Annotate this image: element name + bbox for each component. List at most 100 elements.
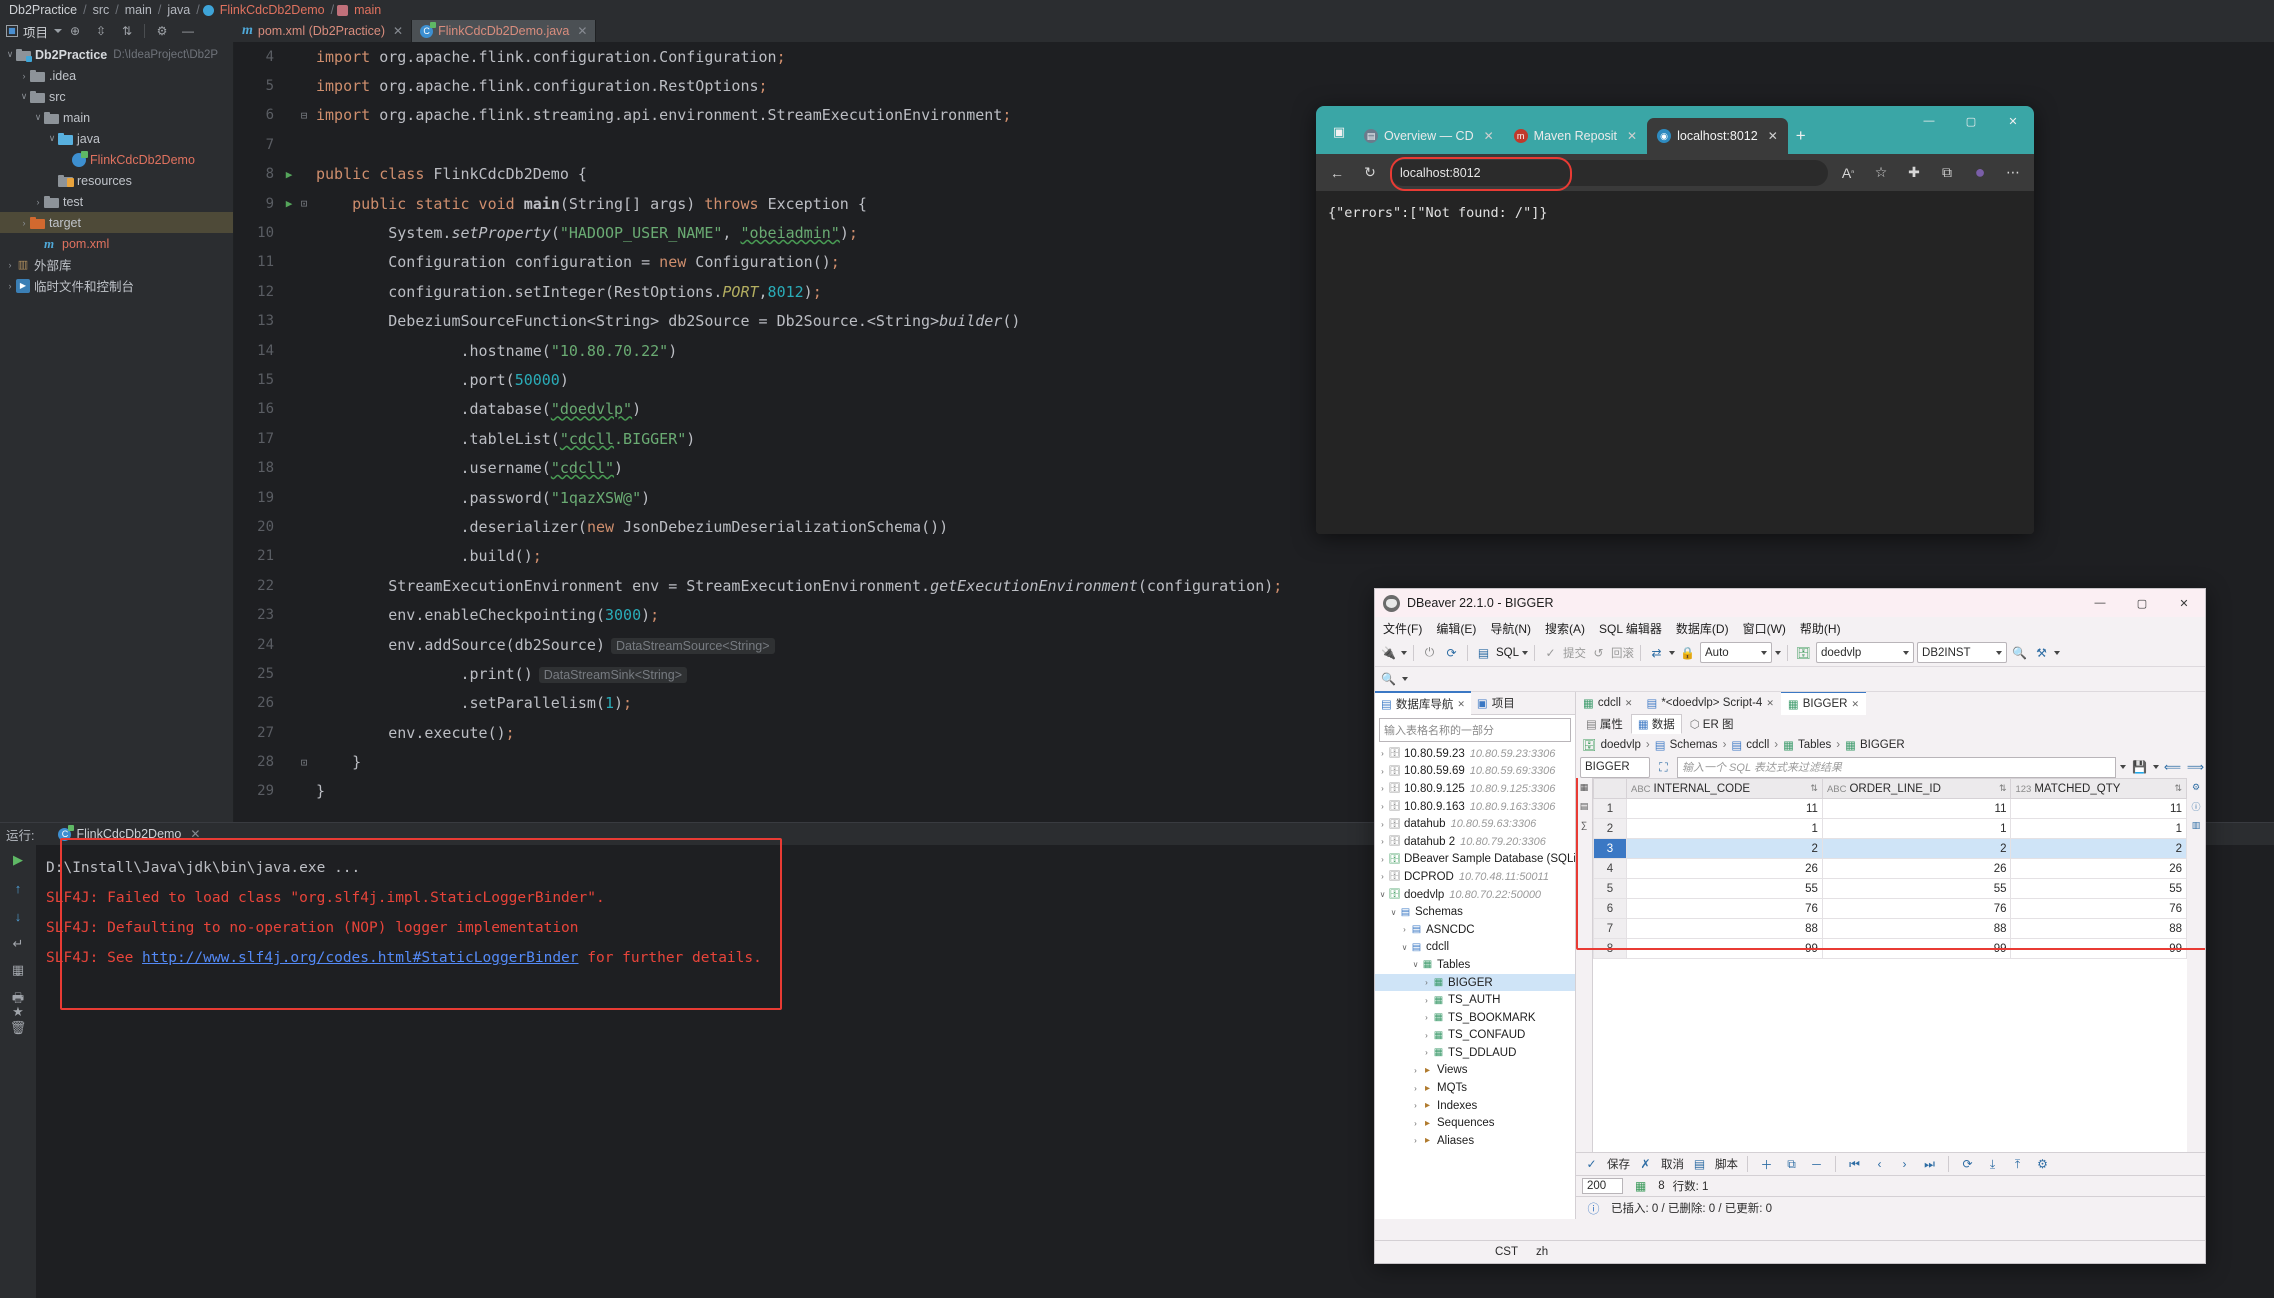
close-icon[interactable]: ✕ — [577, 24, 587, 38]
db-breadcrumb-item[interactable]: ▦ Tables — [1783, 738, 1831, 752]
search-icon[interactable]: 🔍 — [1379, 670, 1398, 689]
chevron-down-icon[interactable]: ∨ — [1399, 943, 1410, 952]
db-tree-item[interactable]: ∨ ▦ Tables — [1375, 956, 1575, 974]
table-row[interactable]: 6 76 76 76 — [1593, 898, 2187, 919]
project-tree-item[interactable]: › ▥ 外部库 — [0, 254, 233, 275]
db-tree-item[interactable]: ∨ ▤ cdcll — [1375, 939, 1575, 957]
menu-item[interactable]: 导航(N) — [1490, 620, 1531, 637]
grid-cell[interactable]: 2 — [2010, 838, 2187, 859]
menu-item[interactable]: 搜索(A) — [1545, 620, 1585, 637]
chevron-right-icon[interactable]: › — [1421, 1013, 1432, 1022]
last-page-icon[interactable]: ⏭ — [1920, 1155, 1939, 1174]
structure-icon[interactable]: ▤ — [12, 962, 24, 978]
refresh-connection-icon[interactable]: ⟳ — [1442, 643, 1461, 662]
grid-chart-icon[interactable]: ▥ — [2192, 820, 2201, 831]
close-icon[interactable]: ✕ — [1625, 698, 1633, 709]
breadcrumb-item-class[interactable]: FlinkCdcDb2Demo — [220, 3, 325, 17]
sql-filter-input[interactable]: 输入一个 SQL 表达式来过滤结果 — [1677, 756, 2116, 778]
grid-cell[interactable]: 11 — [1821, 798, 2012, 819]
db-tree-item[interactable]: › ▸ Indexes — [1375, 1097, 1575, 1115]
maximize-button[interactable]: ▢ — [1950, 106, 1992, 136]
add-row-icon[interactable]: ＋ — [1757, 1155, 1776, 1174]
browser-essentials-icon[interactable]: ⧉ — [1934, 160, 1960, 186]
disconnect-icon[interactable]: ⏻ — [1420, 643, 1439, 662]
grid-cell[interactable]: 99 — [1821, 938, 2012, 959]
chevron-right-icon[interactable]: › — [1421, 996, 1432, 1005]
chevron-right-icon[interactable]: › — [1410, 1084, 1421, 1093]
chevron-right-icon[interactable]: › — [1377, 767, 1388, 776]
menu-item[interactable]: 编辑(E) — [1436, 620, 1476, 637]
chevron-down-icon[interactable] — [1401, 650, 1407, 655]
code-line[interactable]: 21 .build(); — [234, 542, 2274, 571]
chevron-right-icon[interactable]: › — [1377, 820, 1388, 829]
menu-item[interactable]: 窗口(W) — [1743, 620, 1786, 637]
grid-calc-icon[interactable]: ∑ — [1581, 820, 1587, 830]
close-icon[interactable]: ✕ — [1768, 129, 1778, 143]
close-button[interactable]: ✕ — [1992, 106, 2034, 136]
settings-icon[interactable]: ⚙ — [154, 23, 170, 39]
save-changes-icon[interactable]: ✓ — [1582, 1155, 1601, 1174]
grid-table-badge[interactable]: BIGGER — [1580, 756, 1650, 778]
db-breadcrumb-item[interactable]: ▤ cdcll — [1731, 738, 1769, 752]
project-tree-item[interactable]: ∨ java — [0, 128, 233, 149]
db-tree-item[interactable]: › ▦ BIGGER — [1375, 973, 1575, 992]
run-gutter-icon[interactable]: ▶ — [282, 197, 296, 210]
hide-icon[interactable]: — — [180, 23, 196, 39]
chevron-down-icon[interactable] — [2153, 765, 2159, 769]
new-connection-icon[interactable]: 🔌 — [1379, 643, 1398, 662]
table-row[interactable]: 4 26 26 26 — [1593, 858, 2187, 879]
breadcrumb-item-main[interactable]: main — [125, 3, 152, 17]
chevron-right-icon[interactable]: › — [4, 281, 16, 291]
project-tree-item[interactable]: ∨ Db2Practice D:\IdeaProject\Db2P — [0, 44, 233, 65]
fold-marker-icon[interactable]: ⊡ — [296, 197, 312, 210]
grid-cell[interactable]: 99 — [2010, 938, 2187, 959]
grid-cell[interactable]: 11 — [2010, 798, 2187, 819]
db-breadcrumb-item[interactable]: ▤ Schemas — [1655, 738, 1718, 752]
minimize-button[interactable]: — — [1908, 106, 1950, 136]
grid-cell[interactable]: 55 — [2010, 878, 2187, 899]
chevron-down-icon[interactable] — [1402, 677, 1408, 681]
db-tree-item[interactable]: › ▦ TS_DDLAUD — [1375, 1044, 1575, 1062]
chevron-right-icon[interactable]: › — [1399, 925, 1410, 934]
prev-page-icon[interactable]: ⟸ — [2163, 758, 2182, 777]
db-object-subtab[interactable]: ▤ 属性 — [1580, 715, 1629, 733]
db-tree-item[interactable]: › ▸ Sequences — [1375, 1114, 1575, 1132]
db-tree-item[interactable]: › ▦ TS_AUTH — [1375, 991, 1575, 1009]
project-tree-item[interactable]: › ▶ 临时文件和控制台 — [0, 275, 233, 296]
locate-icon[interactable]: ⊕ — [67, 23, 83, 39]
chevron-down-icon[interactable] — [1775, 650, 1782, 655]
chevron-right-icon[interactable]: › — [4, 260, 16, 270]
grid-cell[interactable]: 99 — [1626, 938, 1823, 959]
db-tree-item[interactable]: › 🗄 DBeaver Sample Database (SQLite — [1375, 851, 1575, 869]
db-tree-item[interactable]: › 🗄 10.80.9.163 10.80.9.163:3306 — [1375, 798, 1575, 816]
chevron-down-icon[interactable]: ∨ — [1388, 908, 1399, 917]
settings-menu-icon[interactable]: ⋯ — [2000, 160, 2026, 186]
grid-cell[interactable]: 88 — [1821, 918, 2012, 939]
table-row[interactable]: 3222 — [1593, 838, 2187, 859]
commit-icon[interactable]: ✓ — [1541, 643, 1560, 662]
project-tree-item[interactable]: m pom.xml — [0, 233, 233, 254]
grid-info-icon[interactable]: ⓘ — [2191, 800, 2200, 813]
collapse-all-icon[interactable]: ⇅ — [119, 23, 135, 39]
reload-button[interactable]: ↻ — [1357, 160, 1383, 186]
chevron-right-icon[interactable]: › — [1377, 802, 1388, 811]
chevron-right-icon[interactable]: › — [1421, 978, 1432, 987]
chevron-right-icon[interactable]: › — [1377, 855, 1388, 864]
db-tree-item[interactable]: › 🗄 10.80.9.125 10.80.9.125:3306 — [1375, 780, 1575, 798]
navigator-filter-input[interactable]: 输入表格名称的一部分 — [1379, 718, 1571, 742]
grid-cell[interactable]: 55 — [1821, 878, 2012, 899]
browser-tab[interactable]: m Maven Reposit ✕ — [1504, 118, 1647, 154]
table-row[interactable]: 2111 — [1593, 818, 2187, 839]
address-bar[interactable]: localhost:8012 — [1390, 156, 1828, 191]
grid-cell[interactable]: 2 — [1821, 838, 2012, 859]
chevron-down-icon[interactable] — [2054, 650, 2061, 655]
sort-icon[interactable]: ⇅ — [2174, 783, 2182, 794]
grid-cell[interactable]: 76 — [1626, 898, 1823, 919]
schema-combo[interactable]: DB2INST — [1917, 642, 2008, 663]
db-tree-item[interactable]: › ▸ Views — [1375, 1062, 1575, 1080]
result-grid[interactable]: ABC INTERNAL_CODE ⇅ ABC ORDER_LINE_ID ⇅ 123 MAT… — [1593, 778, 2187, 1152]
close-icon[interactable]: ✕ — [1627, 129, 1637, 143]
grid-cell[interactable]: 55 — [1626, 878, 1823, 899]
table-row[interactable]: 1 11 11 11 — [1593, 798, 2187, 819]
menu-item[interactable]: SQL 编辑器 — [1599, 620, 1662, 637]
